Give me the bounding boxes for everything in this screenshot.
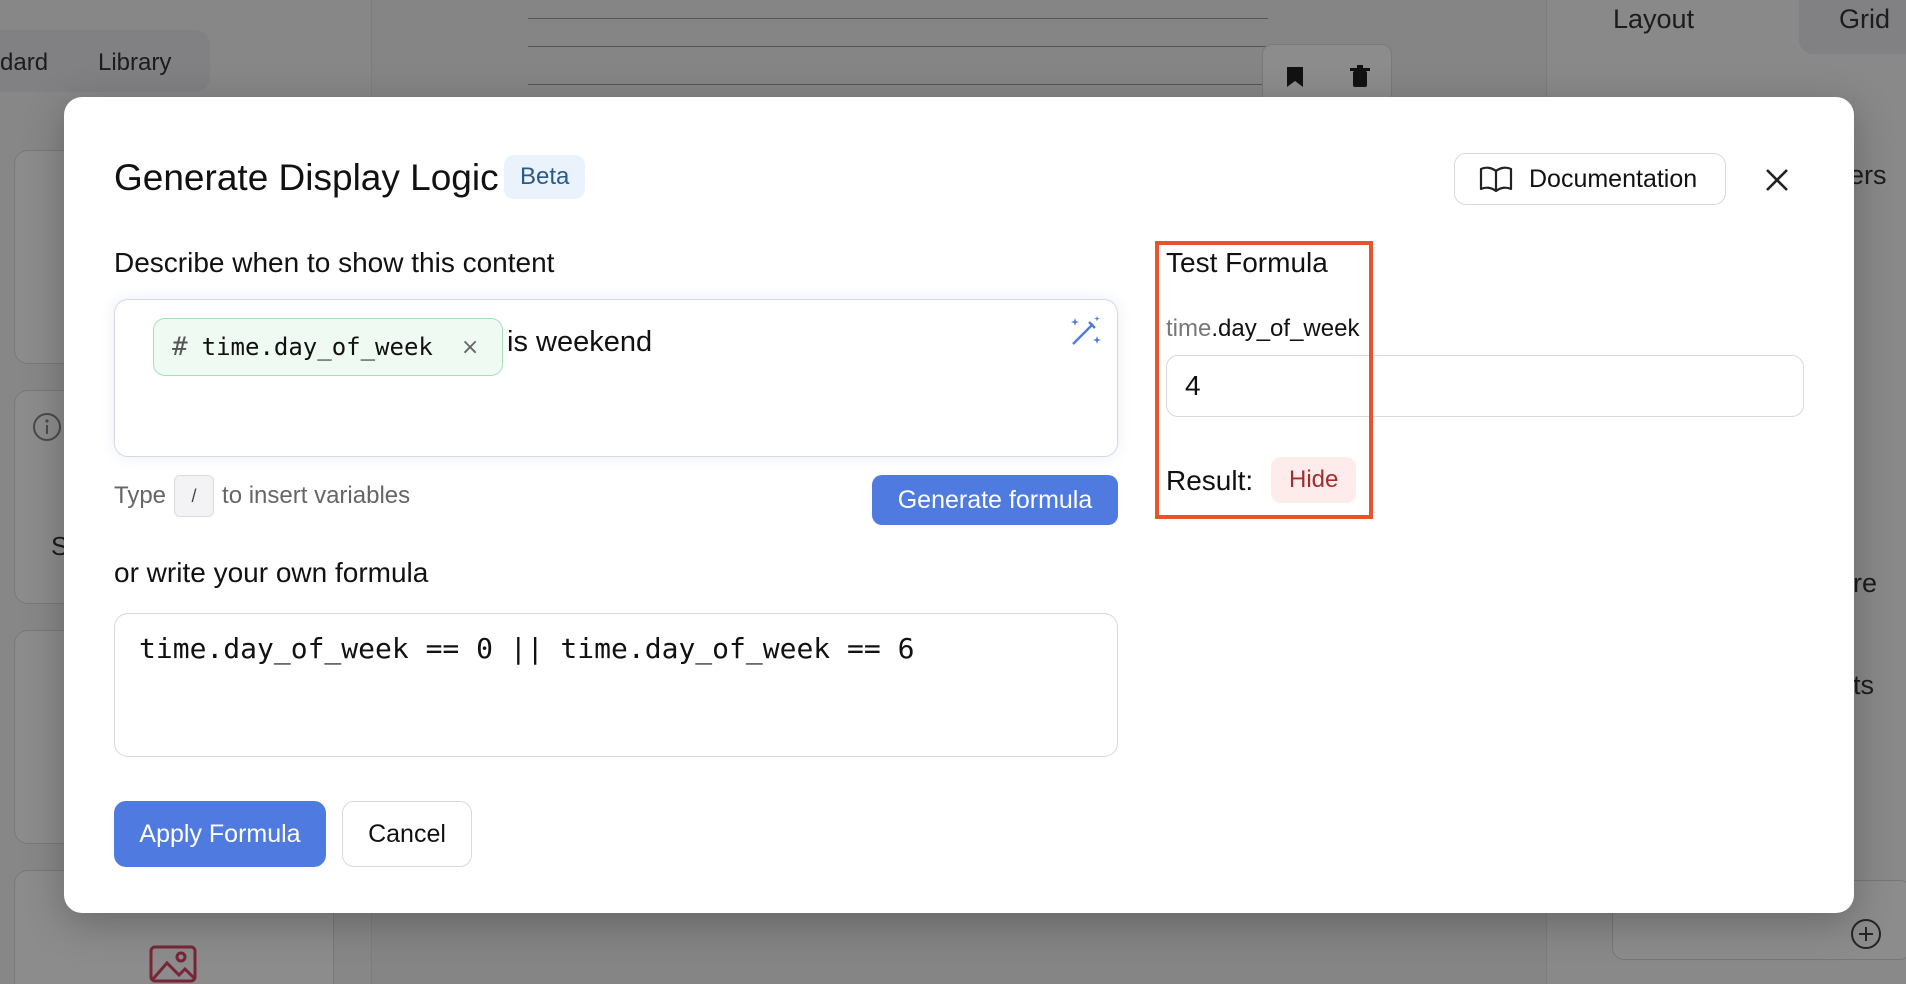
documentation-label: Documentation (1529, 164, 1698, 193)
modal-title: Generate Display Logic (114, 157, 499, 198)
slash-key: / (174, 475, 215, 517)
describe-label: Describe when to show this content (114, 247, 555, 278)
describe-input[interactable]: # time.day_of_week × is weekend (114, 299, 1118, 457)
documentation-button[interactable]: Documentation (1454, 153, 1726, 205)
close-button[interactable] (1754, 157, 1800, 203)
chip-variable: time.day_of_week (201, 333, 433, 361)
book-open-icon (1479, 166, 1513, 193)
hint-before: Type (114, 482, 167, 509)
chip-remove-icon[interactable]: × (461, 335, 479, 360)
hash-icon: # (172, 332, 188, 362)
highlight-box (1155, 241, 1373, 519)
generate-formula-button[interactable]: Generate formula (872, 475, 1118, 525)
close-icon (1766, 169, 1788, 191)
own-formula-label: or write your own formula (114, 557, 429, 588)
apply-formula-button[interactable]: Apply Formula (114, 801, 326, 867)
magic-wand-icon[interactable] (1067, 314, 1103, 350)
display-logic-modal: Generate Display Logic Beta Documentatio… (64, 97, 1854, 913)
cancel-button[interactable]: Cancel (342, 801, 472, 867)
formula-input[interactable]: time.day_of_week == 0 || time.day_of_wee… (114, 613, 1118, 757)
hint-after: to insert variables (222, 482, 411, 509)
describe-text: is weekend (507, 326, 653, 358)
variable-chip[interactable]: # time.day_of_week × (153, 318, 503, 376)
beta-badge: Beta (504, 155, 586, 199)
variable-hint: Type / to insert variables (114, 475, 410, 517)
